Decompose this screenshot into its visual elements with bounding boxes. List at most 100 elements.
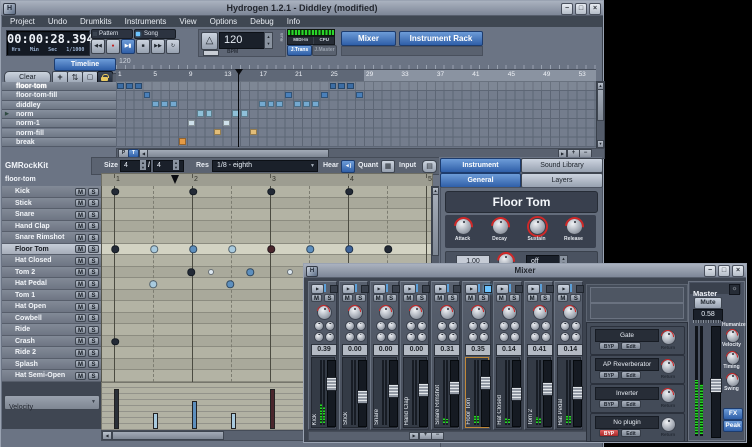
rewind-button[interactable]: ◀◀: [91, 39, 105, 54]
fx-send-knob[interactable]: [437, 321, 448, 331]
strip-pan-knob[interactable]: [529, 302, 549, 321]
strip-solo-button[interactable]: S: [508, 294, 520, 302]
strip-mute-button[interactable]: M: [372, 294, 384, 302]
instrument-row-hand-clap[interactable]: Hand Clap M S: [2, 220, 102, 233]
strip-led[interactable]: [422, 285, 431, 293]
song-pattern-row-break[interactable]: break: [2, 137, 117, 148]
song-cell-floor-tom[interactable]: [125, 82, 133, 89]
instrument-row-crash[interactable]: Crash M S: [2, 335, 102, 348]
quantize-button[interactable]: ▦: [381, 160, 395, 173]
strip-solo-button[interactable]: S: [416, 294, 428, 302]
resolution-dropdown[interactable]: 1/8 - eighth ▼: [212, 160, 318, 172]
song-grid[interactable]: [116, 69, 596, 147]
strip-led[interactable]: [391, 285, 400, 293]
tab-layers[interactable]: Layers: [521, 173, 603, 188]
fx-send-knob[interactable]: [509, 332, 520, 342]
song-cell-norm-fill[interactable]: [249, 129, 257, 136]
solo-button[interactable]: S: [88, 348, 99, 357]
menu-item-info[interactable]: Info: [287, 16, 300, 27]
mute-button[interactable]: M: [75, 268, 86, 277]
strip-mute-button[interactable]: M: [465, 294, 476, 302]
mute-button[interactable]: M: [75, 337, 86, 346]
mute-button[interactable]: M: [75, 187, 86, 196]
note-floor-tom[interactable]: [267, 245, 275, 254]
strip-play-button[interactable]: ▶: [526, 284, 540, 294]
mute-button[interactable]: M: [75, 210, 86, 219]
song-cell-floor-tom[interactable]: [117, 82, 124, 89]
strip-pan-knob[interactable]: [499, 302, 518, 321]
show-peaks-button[interactable]: Peak: [723, 420, 743, 432]
strip-fader-handle[interactable]: [387, 383, 399, 398]
strip-led[interactable]: [360, 285, 369, 293]
strip-solo-button[interactable]: S: [354, 294, 366, 302]
menu-item-project[interactable]: Project: [10, 16, 35, 27]
fx-send-knob[interactable]: [560, 332, 571, 342]
fx-send-knob[interactable]: [448, 332, 459, 342]
maximize-button[interactable]: □: [718, 265, 730, 277]
bpm-spinner[interactable]: ▲ ▼: [264, 32, 273, 49]
solo-button[interactable]: S: [88, 256, 99, 265]
strip-play-button[interactable]: ▶: [495, 284, 509, 294]
song-playhead-marker[interactable]: [234, 69, 243, 75]
instrument-row-ride[interactable]: Ride M S: [2, 324, 102, 336]
menu-item-undo[interactable]: Undo: [48, 16, 67, 27]
velocity-bar[interactable]: [270, 389, 275, 429]
pattern-grid-row[interactable]: [102, 197, 432, 210]
fx-send-knob[interactable]: [498, 332, 509, 342]
instrument-row-stick[interactable]: Stick M S: [2, 197, 102, 210]
strip-pan-knob[interactable]: [406, 302, 426, 321]
note-floor-tom[interactable]: [111, 245, 119, 254]
song-cell-floor-tom[interactable]: [329, 82, 337, 89]
instrument-row-splash[interactable]: Splash M S: [2, 358, 102, 371]
record-button[interactable]: ●: [106, 39, 120, 54]
instrument-row-hat-closed[interactable]: Hat Closed M S: [2, 255, 102, 267]
fx-edit-button[interactable]: Edit: [621, 429, 641, 437]
song-cell-diddley[interactable]: [267, 101, 275, 108]
fx-plugin-name[interactable]: Gate: [595, 329, 659, 342]
strip-pan-knob[interactable]: [314, 302, 333, 321]
strip-play-button[interactable]: ▶: [372, 284, 386, 294]
pattern-mode-button[interactable]: Pattern: [91, 29, 133, 39]
jack-transport-button[interactable]: J.Trans: [287, 45, 312, 56]
strip-play-button[interactable]: ▶: [403, 284, 417, 294]
solo-button[interactable]: S: [88, 279, 99, 288]
tempo-ruler[interactable]: 120: [116, 57, 596, 69]
menu-item-view[interactable]: View: [179, 16, 196, 27]
solo-button[interactable]: S: [88, 245, 99, 254]
note-floor-tom[interactable]: [150, 245, 158, 254]
play-pause-button[interactable]: ▶▮: [121, 39, 135, 54]
mixer-strips-scrollbar[interactable]: ▶ + −: [308, 431, 588, 441]
solo-button[interactable]: S: [88, 337, 99, 346]
song-cell-diddley[interactable]: [294, 101, 301, 108]
song-cell-break[interactable]: [178, 138, 186, 145]
mute-button[interactable]: M: [75, 314, 86, 323]
fx-bypass-button[interactable]: BYP: [599, 342, 619, 350]
note-tom-2[interactable]: [187, 268, 195, 277]
strip-pan-knob[interactable]: [437, 302, 456, 321]
strip-mute-button[interactable]: M: [526, 294, 538, 302]
fx-send-knob[interactable]: [406, 321, 417, 331]
velocity-bar[interactable]: [192, 401, 197, 429]
solo-button[interactable]: S: [88, 371, 99, 380]
mute-button[interactable]: M: [75, 199, 86, 208]
song-cell-floor-tom-fill[interactable]: [356, 91, 363, 99]
fx-send-knob[interactable]: [479, 332, 489, 342]
fx-send-knob[interactable]: [325, 332, 335, 342]
instrument-row-kick[interactable]: Kick M S: [2, 186, 102, 198]
strip-fader-handle[interactable]: [572, 386, 584, 400]
instrument-row-snare[interactable]: Snare M S: [2, 209, 102, 221]
strip-fader-handle[interactable]: [510, 387, 522, 402]
strip-solo-button[interactable]: S: [324, 294, 335, 302]
strip-fader[interactable]: [481, 360, 490, 427]
song-cell-diddley[interactable]: [302, 101, 310, 108]
note-kick[interactable]: [189, 188, 197, 196]
mute-button[interactable]: M: [75, 245, 86, 254]
fx-send-knob[interactable]: [468, 321, 478, 331]
song-pattern-row-floor-tom-fill[interactable]: floor-tom-fill: [2, 91, 117, 101]
song-cell-diddley[interactable]: [152, 101, 160, 108]
jack-master-button[interactable]: J.Master: [312, 45, 337, 56]
strip-led[interactable]: [330, 285, 338, 293]
strip-solo-button[interactable]: S: [539, 294, 551, 302]
solo-button[interactable]: S: [88, 291, 99, 300]
tab-instrument[interactable]: Instrument: [440, 158, 521, 173]
